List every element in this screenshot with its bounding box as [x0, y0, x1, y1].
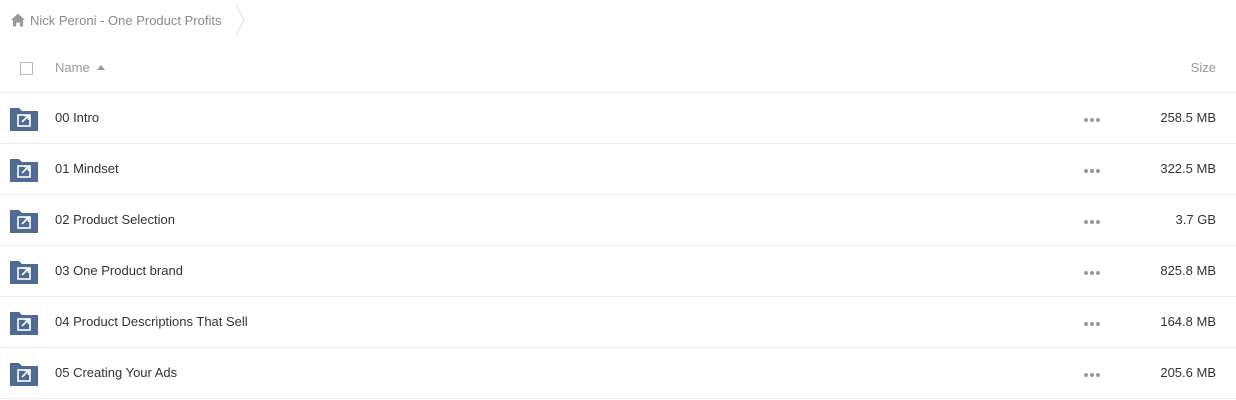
name-column-label: Name [55, 60, 90, 75]
folder-name: 04 Product Descriptions That Sell [55, 314, 248, 329]
shared-folder-icon [10, 159, 38, 182]
file-list-header: Name Size [0, 42, 1236, 93]
folder-row[interactable]: 00 Intro 258.5 MB [0, 93, 1236, 144]
folder-size: 322.5 MB [1160, 161, 1216, 176]
folder-row[interactable]: 05 Creating Your Ads 205.6 MB [0, 348, 1236, 399]
folder-row[interactable]: 03 One Product brand 825.8 MB [0, 246, 1236, 297]
size-column-header[interactable]: Size [1191, 60, 1216, 75]
folder-size: 3.7 GB [1175, 212, 1216, 227]
more-options-icon[interactable] [1084, 168, 1100, 174]
shared-folder-icon [10, 108, 38, 131]
folder-name: 03 One Product brand [55, 263, 183, 278]
folder-size: 205.6 MB [1160, 365, 1216, 380]
folder-row[interactable]: 02 Product Selection 3.7 GB [0, 195, 1236, 246]
folder-row[interactable]: 04 Product Descriptions That Sell 164.8 … [0, 297, 1236, 348]
breadcrumb-label: Nick Peroni - One Product Profits [30, 12, 222, 28]
more-options-icon[interactable] [1084, 270, 1100, 276]
folder-name: 01 Mindset [55, 161, 119, 176]
folder-name: 05 Creating Your Ads [55, 365, 178, 380]
home-icon [11, 13, 25, 27]
more-options-icon[interactable] [1084, 321, 1100, 327]
folder-row[interactable]: 01 Mindset 322.5 MB [0, 144, 1236, 195]
folder-size: 258.5 MB [1160, 110, 1216, 125]
more-options-icon[interactable] [1084, 219, 1100, 225]
breadcrumb: Nick Peroni - One Product Profits [0, 0, 246, 40]
shared-folder-icon [10, 312, 38, 335]
shared-folder-icon [10, 210, 38, 233]
shared-folder-icon [10, 261, 38, 284]
shared-folder-icon [10, 363, 38, 386]
file-list: 00 Intro 258.5 MB 01 Mindset 322.5 MB 02… [0, 93, 1236, 399]
breadcrumb-current-folder[interactable]: Nick Peroni - One Product Profits [10, 12, 221, 28]
name-column-header[interactable]: Name [55, 60, 105, 75]
folder-size: 164.8 MB [1160, 314, 1216, 329]
folder-size: 825.8 MB [1160, 263, 1216, 278]
sort-ascending-icon [96, 64, 105, 70]
more-options-icon[interactable] [1084, 117, 1100, 123]
more-options-icon[interactable] [1084, 372, 1100, 378]
folder-name: 00 Intro [55, 110, 100, 125]
folder-name: 02 Product Selection [55, 212, 175, 227]
chevron-right-icon [236, 4, 246, 36]
select-all-checkbox[interactable] [20, 62, 33, 75]
